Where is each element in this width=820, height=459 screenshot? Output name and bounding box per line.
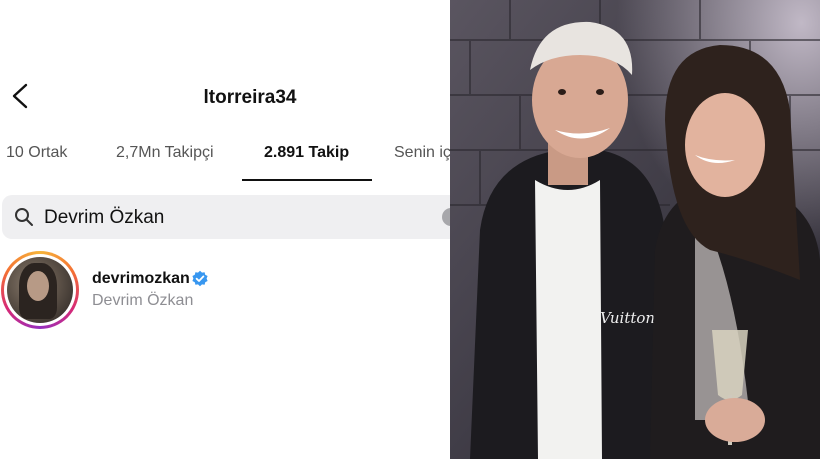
result-username[interactable]: devrimozkan bbox=[92, 270, 190, 288]
tab-suggested[interactable]: Senin iç bbox=[394, 144, 450, 162]
avatar-face bbox=[27, 271, 49, 301]
tab-followers[interactable]: 2,7Mn Takipçi bbox=[116, 144, 214, 162]
verified-badge-icon bbox=[191, 270, 209, 288]
jacket-logo-text: Vuitton bbox=[600, 309, 655, 327]
result-display-name: Devrim Özkan bbox=[92, 292, 194, 309]
couple-photo-illustration: Vuitton bbox=[450, 0, 820, 459]
avatar bbox=[4, 254, 76, 326]
follow-tabs: 10 Ortak 2,7Mn Takipçi 2.891 Takip Senin… bbox=[0, 138, 450, 182]
story-ring[interactable] bbox=[1, 251, 79, 329]
active-tab-underline bbox=[242, 179, 372, 181]
avatar-photo bbox=[7, 257, 73, 323]
couple-photo: Vuitton bbox=[450, 0, 820, 459]
clear-search-icon[interactable] bbox=[442, 208, 450, 226]
search-input-value[interactable]: Devrim Özkan bbox=[44, 207, 164, 229]
search-field[interactable]: Devrim Özkan bbox=[2, 195, 450, 239]
tab-mutual[interactable]: 10 Ortak bbox=[6, 144, 67, 162]
tab-following[interactable]: 2.891 Takip bbox=[264, 144, 349, 162]
search-icon bbox=[14, 207, 34, 227]
instagram-following-screen: ltorreira34 10 Ortak 2,7Mn Takipçi 2.891… bbox=[0, 0, 450, 459]
profile-username-title: ltorreira34 bbox=[203, 87, 297, 108]
search-result-item[interactable]: devrimozkan Devrim Özkan bbox=[0, 250, 450, 330]
